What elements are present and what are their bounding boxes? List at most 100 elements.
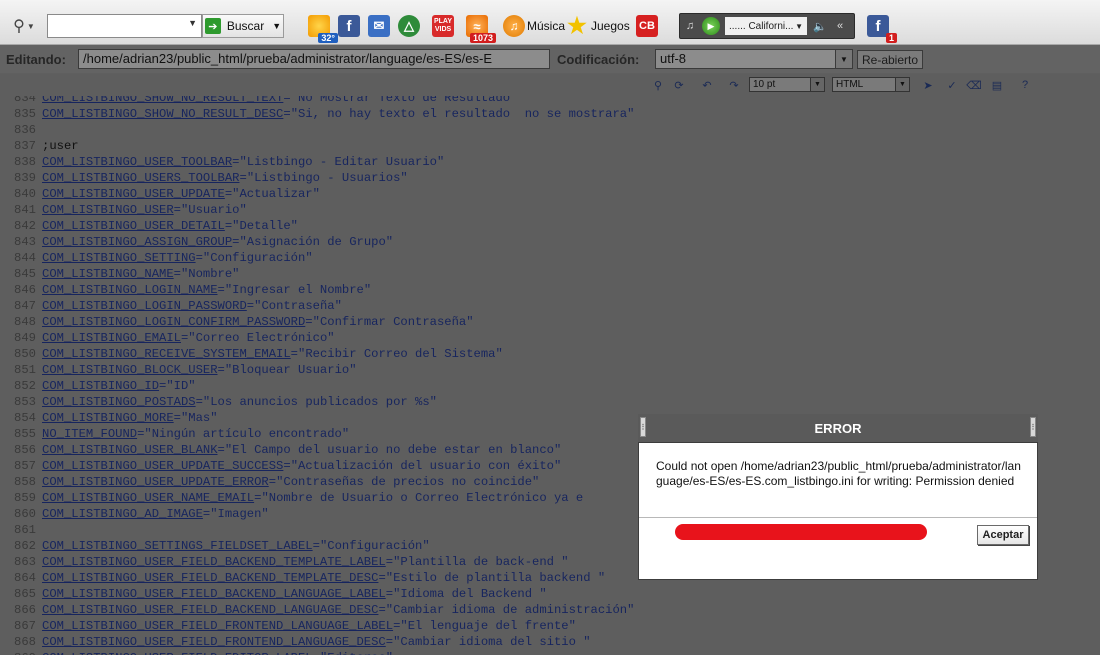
code-line[interactable]: 866 COM_LISTBINGO_USER_FIELD_BACKEND_LANG… — [0, 602, 1100, 618]
language-value: "El Campo del usuario no debe estar en b… — [224, 443, 562, 457]
line-number: 865 — [14, 587, 36, 601]
eraser-icon[interactable]: ⌫ — [966, 77, 982, 93]
code-line[interactable]: 850 COM_LISTBINGO_RECEIVE_SYSTEM_EMAIL="R… — [0, 346, 1100, 362]
code-line[interactable]: 834 COM_LISTBINGO_SHOW_NO_RESULT_TEXT="No… — [0, 96, 1100, 106]
resize-handle-left-icon[interactable]: ⋮ — [640, 417, 647, 437]
font-size-select[interactable]: 10 pt ▼ — [749, 77, 825, 92]
equals-sign: = — [195, 395, 203, 409]
line-number: 854 — [14, 411, 36, 425]
equals-sign: = — [283, 107, 291, 121]
code-line[interactable]: 847 COM_LISTBINGO_LOGIN_PASSWORD="Contras… — [0, 298, 1100, 314]
chevron-down-icon[interactable]: ▼ — [188, 18, 197, 28]
language-value: "Cambiar idioma del sitio " — [393, 635, 591, 649]
font-size-value: 10 pt — [753, 79, 776, 90]
code-line[interactable]: 844 COM_LISTBINGO_SETTING="Configuración" — [0, 250, 1100, 266]
clean-icon[interactable]: ✓ — [944, 77, 960, 93]
undo-icon[interactable]: ↶ — [699, 77, 715, 93]
equals-sign: = — [195, 251, 203, 265]
find-icon[interactable]: ⚲ — [650, 77, 666, 93]
language-value: "Contraseñas de precios no coincide" — [276, 475, 540, 489]
editing-bar: Editando: /home/adrian23/public_html/pru… — [0, 45, 1100, 73]
language-value: "No Mostrar Texto de Resultado" — [290, 96, 518, 105]
language-key: COM_LISTBINGO_USER_FIELD_BACKEND_TEMPLAT… — [42, 555, 386, 569]
code-line[interactable]: 852 COM_LISTBINGO_ID="ID" — [0, 378, 1100, 394]
language-key: COM_LISTBINGO_BLOCK_USER — [42, 363, 218, 377]
language-key: COM_LISTBINGO_SHOW_NO_RESULT_TEXT — [42, 96, 284, 105]
rss-icon[interactable]: ≈ 1073 — [466, 15, 496, 43]
search-engine-selector[interactable]: ⚲ ▼ — [4, 14, 44, 38]
music-icon[interactable]: ♫ — [503, 15, 525, 37]
help-icon[interactable]: ? — [1017, 77, 1033, 93]
language-key: COM_LISTBINGO_USER_NAME_EMAIL — [42, 491, 255, 505]
line-number: 866 — [14, 603, 36, 617]
line-number: 858 — [14, 475, 36, 489]
code-line[interactable]: 838 COM_LISTBINGO_USER_TOOLBAR="Listbingo… — [0, 154, 1100, 170]
redo-icon[interactable]: ↷ — [726, 77, 742, 93]
line-number: 834 — [14, 96, 36, 105]
language-key: COM_LISTBINGO_USER — [42, 203, 174, 217]
music-note-icon[interactable]: ♫ — [680, 16, 700, 36]
cb-icon[interactable]: CB — [636, 15, 658, 37]
code-line[interactable]: 846 COM_LISTBINGO_LOGIN_NAME="Ingresar el… — [0, 282, 1100, 298]
code-line[interactable]: 840 COM_LISTBINGO_USER_UPDATE="Actualizar… — [0, 186, 1100, 202]
code-line[interactable]: 839 COM_LISTBINGO_USERS_TOOLBAR="Listbing… — [0, 170, 1100, 186]
dialog-divider — [639, 517, 1037, 518]
code-line[interactable]: 835 COM_LISTBINGO_SHOW_NO_RESULT_DESC="Si… — [0, 106, 1100, 122]
chevron-down-icon: ▼ — [272, 21, 282, 31]
reopen-button[interactable]: Re-abierto — [857, 50, 923, 69]
mail-icon[interactable]: ✉ — [368, 15, 390, 37]
sports-icon[interactable]: △ — [398, 15, 420, 37]
code-line[interactable]: 837 ;user — [0, 138, 1100, 154]
file-path-field[interactable]: /home/adrian23/public_html/prueba/admini… — [78, 49, 550, 69]
cb-label: CB — [639, 20, 655, 32]
language-key: COM_LISTBINGO_USERS_TOOLBAR — [42, 171, 240, 185]
resize-handle-right-icon[interactable]: ⋮ — [1030, 417, 1037, 437]
code-line[interactable]: 851 COM_LISTBINGO_BLOCK_USER="Bloquear Us… — [0, 362, 1100, 378]
language-key: COM_LISTBINGO_LOGIN_PASSWORD — [42, 299, 247, 313]
weather-icon[interactable]: 32° — [308, 15, 338, 43]
code-line[interactable]: 849 COM_LISTBINGO_EMAIL="Correo Electróni… — [0, 330, 1100, 346]
code-line[interactable]: 842 COM_LISTBINGO_USER_DETAIL="Detalle" — [0, 218, 1100, 234]
syntax-select[interactable]: HTML ▼ — [832, 77, 910, 92]
accept-button[interactable]: Aceptar — [977, 525, 1029, 545]
language-value: "Idioma del Backend " — [393, 587, 547, 601]
code-line[interactable]: 867 COM_LISTBINGO_USER_FIELD_FRONTEND_LAN… — [0, 618, 1100, 634]
language-key: COM_LISTBINGO_USER_FIELD_EDITOR_LABEL — [42, 651, 313, 655]
code-line[interactable]: 841 COM_LISTBINGO_USER="Usuario" — [0, 202, 1100, 218]
facebook-icon[interactable]: f — [338, 15, 360, 37]
code-line[interactable]: 848 COM_LISTBINGO_LOGIN_CONFIRM_PASSWORD=… — [0, 314, 1100, 330]
code-line[interactable]: 865 COM_LISTBINGO_USER_FIELD_BACKEND_LANG… — [0, 586, 1100, 602]
code-line[interactable]: 845 COM_LISTBINGO_NAME="Nombre" — [0, 266, 1100, 282]
dialog-title: ERROR — [814, 420, 862, 436]
toolbar-search-box[interactable]: ▼ — [47, 14, 202, 38]
language-key: COM_LISTBINGO_ID — [42, 379, 160, 393]
highlight-icon[interactable]: ➤ — [920, 77, 936, 93]
games-link[interactable]: Juegos — [591, 19, 630, 33]
goto-line-icon[interactable]: ⟳ — [671, 77, 687, 93]
volume-icon[interactable]: 🔈 — [810, 16, 830, 36]
line-number: 868 — [14, 635, 36, 649]
code-line[interactable]: 843 COM_LISTBINGO_ASSIGN_GROUP="Asignació… — [0, 234, 1100, 250]
language-value: "Si, no hay texto el resultado no se mos… — [290, 107, 635, 121]
code-line[interactable]: 868 COM_LISTBINGO_USER_FIELD_FRONTEND_LAN… — [0, 634, 1100, 650]
play-icon[interactable]: ▶ — [702, 17, 720, 35]
collapse-icon[interactable]: « — [830, 16, 850, 36]
search-button[interactable]: ➔ Buscar ▼ — [202, 14, 284, 38]
code-line[interactable]: 853 COM_LISTBINGO_POSTADS="Los anuncios p… — [0, 394, 1100, 410]
toolbar-search-input[interactable] — [54, 16, 195, 36]
encoding-select[interactable]: utf-8 ▼ — [655, 49, 853, 69]
line-number: 840 — [14, 187, 36, 201]
fullscreen-icon[interactable]: ▤ — [989, 77, 1005, 93]
language-key: COM_LISTBINGO_SETTING — [42, 251, 196, 265]
code-line[interactable]: 836 — [0, 122, 1100, 138]
music-link[interactable]: Música — [527, 19, 565, 33]
videos-icon[interactable]: PLAY VIDS — [432, 15, 454, 37]
station-selector[interactable]: ...... Californi... ▼ — [725, 17, 807, 35]
code-comment: ;user — [42, 139, 79, 153]
facebook-notifications-icon[interactable]: f 1 — [867, 15, 897, 43]
language-value: "Cambiar idioma de administración" — [385, 603, 635, 617]
dialog-title-bar[interactable]: ⋮ ERROR ⋮ — [638, 414, 1038, 442]
star-icon[interactable]: ★ — [566, 13, 588, 38]
line-number: 847 — [14, 299, 36, 313]
code-line[interactable]: 869COM_LISTBINGO_USER_FIELD_EDITOR_LABEL… — [0, 650, 1100, 655]
